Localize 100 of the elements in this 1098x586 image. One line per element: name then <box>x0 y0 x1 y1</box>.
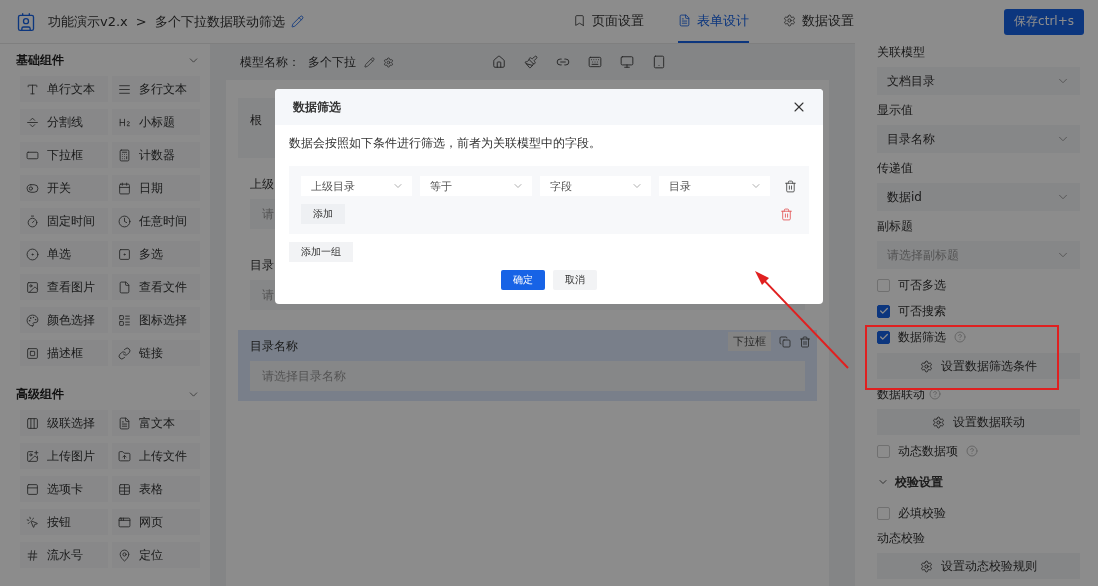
component-item[interactable]: 选项卡 <box>20 476 108 502</box>
calendar-icon <box>118 181 131 195</box>
folder-upload-icon <box>118 449 131 463</box>
lines-icon <box>118 82 131 96</box>
component-item[interactable]: 表格 <box>112 476 200 502</box>
delete-icon <box>784 179 798 193</box>
component-item[interactable]: 富文本 <box>112 410 200 436</box>
document-icon <box>678 14 692 27</box>
field-label: 上级 <box>250 176 274 193</box>
component-item[interactable]: 下拉框 <box>20 142 108 168</box>
component-item[interactable]: 查看文件 <box>112 274 200 300</box>
component-item[interactable]: 日期 <box>112 175 200 201</box>
description-text: 根 <box>250 113 262 127</box>
checkbox-icon <box>118 247 131 261</box>
component-item[interactable]: 开关 <box>20 175 108 201</box>
link-icon <box>118 346 131 360</box>
field-label: 动态校验 <box>877 529 925 547</box>
field-label: 副标题 <box>877 218 914 235</box>
tab[interactable]: 表单设计 <box>678 0 750 43</box>
component-item[interactable]: 描述框 <box>20 340 108 366</box>
component-item[interactable]: 单行文本 <box>20 76 108 102</box>
component-item[interactable]: 图标选择 <box>112 307 200 333</box>
component-item[interactable]: 颜色选择 <box>20 307 108 333</box>
select-field[interactable]: 目录名称 <box>877 125 1080 153</box>
breadcrumb-separator: > <box>135 14 147 29</box>
delete-icon <box>799 335 811 348</box>
page-title: 多个下拉数据联动筛选 <box>154 12 285 31</box>
component-item[interactable]: 固定时间 <box>20 208 108 234</box>
settings-button[interactable]: 设置数据筛选条件 <box>877 353 1080 379</box>
component-item[interactable]: 任意时间 <box>112 208 200 234</box>
component-item[interactable]: 上传图片 <box>20 443 108 469</box>
click-icon <box>26 515 39 529</box>
image-upload-icon <box>26 449 39 463</box>
gear-icon <box>932 415 945 429</box>
settings-button[interactable]: 设置动态校验规则 <box>877 553 1080 579</box>
frame-icon <box>26 346 39 360</box>
component-item[interactable]: 级联选择 <box>20 410 108 436</box>
delete-icon <box>780 207 793 221</box>
toggle-icon <box>26 181 39 195</box>
table-icon <box>118 482 131 496</box>
bookmark-icon <box>573 14 587 27</box>
component-item[interactable]: 多行文本 <box>112 76 200 102</box>
checkbox-label: 动态数据项 <box>898 442 958 460</box>
checkbox[interactable] <box>877 304 890 318</box>
cancel-button[interactable]: 取消 <box>553 270 597 290</box>
add-group-button[interactable]: 添加一组 <box>289 242 353 262</box>
select-field[interactable]: 目录 <box>658 176 771 196</box>
field-label: 显示值 <box>877 102 914 119</box>
checkbox-label: 可否搜索 <box>898 302 946 320</box>
number-icon <box>26 548 39 562</box>
document-icon <box>118 416 131 430</box>
save-button[interactable]: 保存ctrl+s <box>1004 8 1084 35</box>
settings-icon <box>783 14 797 27</box>
component-item[interactable]: 上传文件 <box>112 443 200 469</box>
location-icon <box>118 548 131 562</box>
edit-icon <box>364 56 375 68</box>
select-field[interactable]: 等于 <box>420 176 532 196</box>
select-field[interactable]: 数据id <box>877 183 1080 211</box>
dialog-title: 数据筛选 <box>293 98 341 116</box>
add-button[interactable]: 添加 <box>301 204 345 224</box>
select-field[interactable]: 字段 <box>539 176 651 196</box>
group-title: 基础组件 <box>16 51 64 69</box>
radio-icon <box>26 247 39 261</box>
component-item[interactable]: 链接 <box>112 340 200 366</box>
edit-icon <box>290 15 304 28</box>
file-icon <box>118 280 131 294</box>
component-item[interactable]: 小标题 <box>112 109 200 135</box>
component-item[interactable]: 查看图片 <box>20 274 108 300</box>
settings-icon <box>383 56 394 68</box>
tablet-icon <box>652 55 666 69</box>
clock-icon <box>118 214 131 228</box>
component-item[interactable]: 计数器 <box>112 142 200 168</box>
component-item[interactable]: 定位 <box>112 542 200 568</box>
model-name: 多个下拉 <box>308 53 356 71</box>
section-title: 校验设置 <box>895 473 943 491</box>
dialog-description: 数据会按照如下条件进行筛选，前者为关联模型中的字段。 <box>289 135 602 152</box>
type-tag: 下拉框 <box>728 332 771 351</box>
tab[interactable]: 页面设置 <box>573 0 645 43</box>
app-title[interactable]: 功能演示v2.x <box>48 12 128 31</box>
stopwatch-icon <box>26 214 39 228</box>
brush-icon <box>524 55 538 69</box>
settings-button[interactable]: 设置数据联动 <box>877 409 1080 435</box>
component-item[interactable]: 按钮 <box>20 509 108 535</box>
checkbox[interactable] <box>877 330 890 344</box>
component-item[interactable]: 单选 <box>20 241 108 267</box>
tab[interactable]: 数据设置 <box>783 0 855 43</box>
component-item[interactable]: 网页 <box>112 509 200 535</box>
confirm-button[interactable]: 确定 <box>501 270 545 290</box>
field-label: 关联模型 <box>877 44 926 61</box>
gear-icon <box>920 559 933 573</box>
component-item[interactable]: 分割线 <box>20 109 108 135</box>
palette-icon <box>26 313 39 327</box>
monitor-icon <box>620 55 634 69</box>
copy-icon <box>779 335 791 348</box>
logo-icon <box>16 11 36 32</box>
group-title: 高级组件 <box>16 385 64 403</box>
select-field[interactable]: 上级目录 <box>301 176 413 196</box>
component-item[interactable]: 多选 <box>112 241 200 267</box>
select-field[interactable]: 文档目录 <box>877 67 1080 95</box>
component-item[interactable]: 流水号 <box>20 542 108 568</box>
